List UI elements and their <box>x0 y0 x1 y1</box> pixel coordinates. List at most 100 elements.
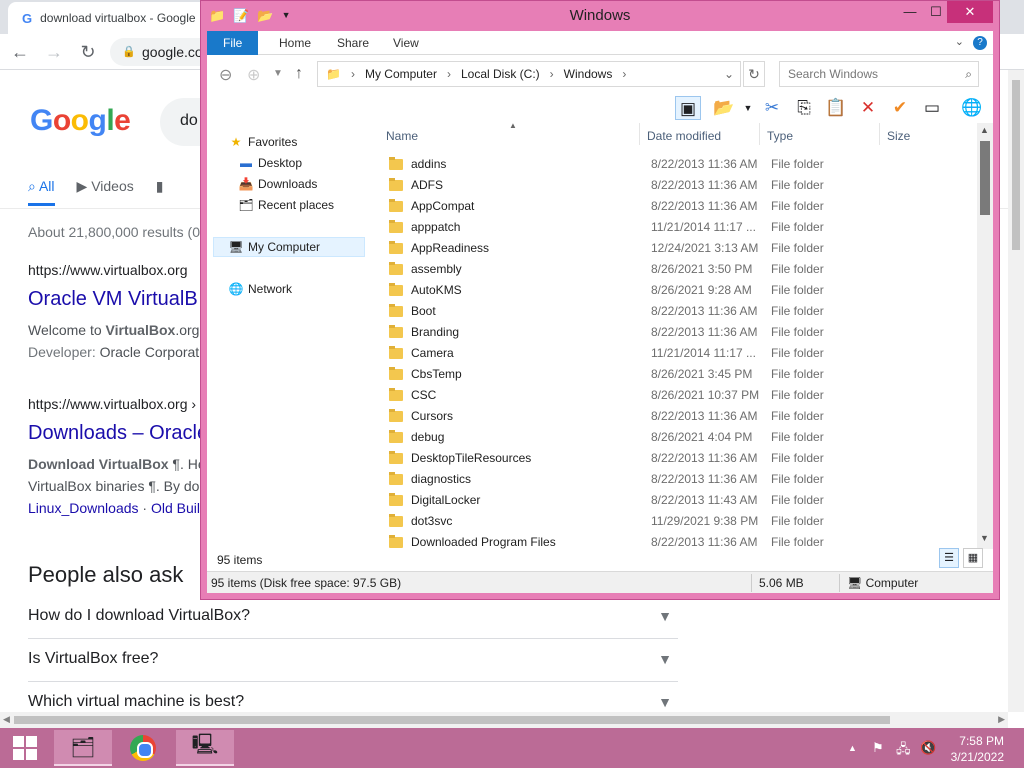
file-row[interactable]: ADFS 8/22/2013 11:36 AM File folder <box>385 175 977 196</box>
file-name: CSC <box>411 388 437 402</box>
paa-question[interactable]: Is VirtualBox free? ▼ <box>28 639 678 682</box>
delete-icon[interactable]: ✕ <box>855 96 881 120</box>
file-type: File folder <box>771 178 824 192</box>
action-center-icon[interactable]: ⚑ <box>872 740 884 756</box>
back-icon[interactable]: ← <box>8 40 32 64</box>
tab-home[interactable]: Home <box>263 31 327 55</box>
title-bar[interactable]: 📁 📝 📂 ▼ Windows — ☐ ✕ <box>201 1 999 31</box>
tab-view[interactable]: View <box>377 31 435 55</box>
tab-videos[interactable]: ▶ Videos <box>77 178 134 206</box>
nav-downloads[interactable]: 📥 Downloads <box>237 177 318 191</box>
file-row[interactable]: CSC 8/26/2021 10:37 PM File folder <box>385 385 977 406</box>
file-row[interactable]: AppReadiness 12/24/2021 3:13 AM File folde… <box>385 238 977 259</box>
breadcrumb-item[interactable]: My Computer <box>365 62 437 86</box>
tab-file[interactable]: File <box>207 31 259 55</box>
file-row[interactable]: AppCompat 8/22/2013 11:36 AM File folder <box>385 196 977 217</box>
globe-icon[interactable]: 🌐 <box>959 96 985 120</box>
file-row[interactable]: Downloaded Program Files 8/22/2013 11:36 … <box>385 532 977 549</box>
tab-books[interactable]: ▮ <box>156 178 164 206</box>
file-row[interactable]: apppatch 11/21/2014 11:17 ... File folder <box>385 217 977 238</box>
column-date-modified[interactable]: Date modified <box>647 129 721 143</box>
volume-muted-icon[interactable]: 🔇 <box>920 740 936 756</box>
result-title-link[interactable]: Oracle VM VirtualB <box>28 288 203 311</box>
file-row[interactable]: Cursors 8/22/2013 11:36 AM File folder <box>385 406 977 427</box>
taskbar-control-panel[interactable]: 🖳 <box>176 730 234 766</box>
file-row[interactable]: Branding 8/22/2013 11:36 AM File folder <box>385 322 977 343</box>
star-icon: ★ <box>230 135 242 149</box>
column-size[interactable]: Size <box>887 129 910 143</box>
result-title-link[interactable]: Downloads – Oracle <box>28 422 210 445</box>
browser-tab[interactable]: G download virtualbox - Google <box>8 2 208 34</box>
preview-pane-icon[interactable]: ▣ <box>675 96 701 120</box>
file-row[interactable]: DigitalLocker 8/22/2013 11:43 AM File fold… <box>385 490 977 511</box>
file-type: File folder <box>771 472 824 486</box>
details-view-icon[interactable]: ☰ <box>939 548 959 568</box>
file-row[interactable]: diagnostics 8/22/2013 11:36 AM File folder <box>385 469 977 490</box>
scroll-down-icon[interactable]: ▼ <box>980 533 989 543</box>
clock[interactable]: 7:58 PM 3/21/2022 <box>951 733 1004 765</box>
search-input[interactable]: Search Windows ⌕ <box>779 61 979 87</box>
expand-ribbon-icon[interactable]: ⌄ <box>955 36 964 48</box>
chevron-down-icon[interactable]: ⌄ <box>724 62 734 86</box>
taskbar-file-explorer[interactable]: 🗂 <box>54 730 112 766</box>
scroll-thumb[interactable] <box>14 716 890 724</box>
cut-icon[interactable]: ✂ <box>759 96 785 120</box>
column-type[interactable]: Type <box>767 129 793 143</box>
reload-icon[interactable]: ↻ <box>76 40 100 64</box>
up-icon[interactable]: ↑ <box>295 65 303 83</box>
forward-icon[interactable]: ⊕ <box>247 65 260 85</box>
breadcrumb-item[interactable]: Local Disk (C:) <box>461 62 540 86</box>
column-name[interactable]: Name <box>386 129 418 143</box>
nav-network[interactable]: 🌐 Network <box>227 282 293 296</box>
back-icon[interactable]: ⊖ <box>219 65 232 85</box>
rename-icon[interactable]: ▭ <box>919 96 945 120</box>
horizontal-scrollbar[interactable]: ◀ ▶ <box>0 712 1008 728</box>
scroll-left-icon[interactable]: ◀ <box>3 714 10 725</box>
nav-recent-places[interactable]: 🗂 Recent places <box>237 198 334 212</box>
refresh-icon[interactable]: ↻ <box>743 61 765 87</box>
desktop-icon: ▬ <box>240 156 252 170</box>
scroll-thumb[interactable] <box>980 141 990 215</box>
file-row[interactable]: addins 8/22/2013 11:36 AM File folder <box>385 154 977 175</box>
organize-icon[interactable]: 📂 <box>711 96 737 120</box>
chevron-down-icon[interactable]: ▼ <box>735 96 761 120</box>
check-icon[interactable]: ✔ <box>887 96 913 120</box>
help-icon[interactable]: ? <box>973 36 987 50</box>
taskbar-chrome[interactable] <box>114 730 172 766</box>
sitelink[interactable]: Old Buil <box>151 500 200 516</box>
file-row[interactable]: debug 8/26/2021 4:04 PM File folder <box>385 427 977 448</box>
file-row[interactable]: Camera 11/21/2014 11:17 ... File folder <box>385 343 977 364</box>
file-row[interactable]: AutoKMS 8/26/2021 9:28 AM File folder <box>385 280 977 301</box>
vertical-scrollbar[interactable] <box>1008 70 1024 712</box>
scroll-right-icon[interactable]: ▶ <box>998 714 1005 725</box>
file-row[interactable]: CbsTemp 8/26/2021 3:45 PM File folder <box>385 364 977 385</box>
forward-icon[interactable]: → <box>42 40 66 64</box>
nav-favorites[interactable]: ★ Favorites <box>227 135 298 149</box>
recent-dropdown-icon[interactable]: ▼ <box>273 68 283 79</box>
copy-icon[interactable]: ⎘ <box>791 96 817 120</box>
tab-all[interactable]: ⌕ All <box>28 178 55 206</box>
tab-share[interactable]: Share <box>321 31 385 55</box>
scroll-up-icon[interactable]: ▲ <box>980 125 989 135</box>
file-row[interactable]: assembly 8/26/2021 3:50 PM File folder <box>385 259 977 280</box>
google-logo[interactable]: Google <box>30 104 131 138</box>
file-row[interactable]: DesktopTileResources 8/22/2013 11:36 AM Fi… <box>385 448 977 469</box>
show-hidden-icons-icon[interactable]: ▲ <box>848 743 857 753</box>
file-name: CbsTemp <box>411 367 462 381</box>
start-button[interactable] <box>0 730 50 766</box>
file-row[interactable]: Boot 8/22/2013 11:36 AM File folder <box>385 301 977 322</box>
folder-icon <box>389 367 403 380</box>
nav-my-computer[interactable]: 🖥 My Computer <box>227 240 320 254</box>
paa-question[interactable]: How do I download VirtualBox? ▼ <box>28 596 678 639</box>
paste-icon[interactable]: 📋 <box>823 96 849 120</box>
breadcrumb[interactable]: 📁 › My Computer › Local Disk (C:) › Wind… <box>317 61 741 87</box>
close-button[interactable]: ✕ <box>947 1 993 23</box>
file-row[interactable]: dot3svc 11/29/2021 9:38 PM File folder <box>385 511 977 532</box>
large-icons-view-icon[interactable]: ▦ <box>963 548 983 568</box>
breadcrumb-item[interactable]: Windows <box>564 62 613 86</box>
vertical-scrollbar[interactable]: ▲ ▼ <box>977 123 993 549</box>
sitelink[interactable]: Linux_Downloads <box>28 500 139 516</box>
network-icon[interactable]: 🖧 <box>896 740 911 762</box>
scroll-thumb[interactable] <box>1012 80 1020 250</box>
nav-desktop[interactable]: ▬ Desktop <box>237 156 302 170</box>
